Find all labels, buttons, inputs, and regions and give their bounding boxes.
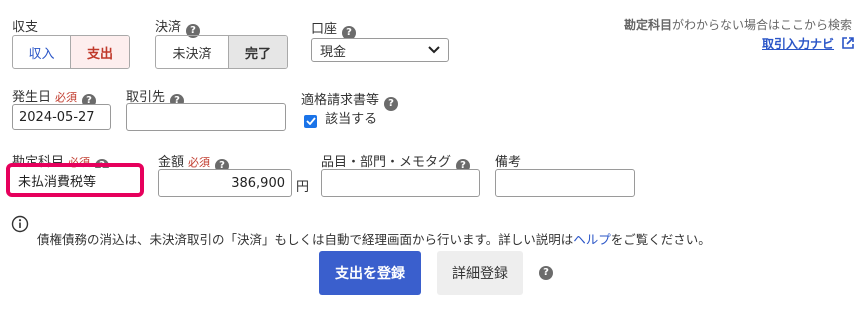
help-link[interactable]: ヘルプ xyxy=(573,232,611,247)
info-icon xyxy=(11,215,29,233)
navi-link-row: 取引入力ナビ xyxy=(762,35,855,52)
settlement-label: 決済 xyxy=(155,20,182,35)
account-item-hint: 勘定科目がわからない場合はここから検索 xyxy=(624,16,852,33)
invoice-label: 適格請求書等 xyxy=(301,93,380,108)
account-select[interactable]: 現金 xyxy=(311,38,449,62)
amount-label: 金額 xyxy=(158,155,185,170)
amount-input[interactable]: 386,900 xyxy=(158,169,292,197)
amount-unit: 円 xyxy=(296,180,310,195)
date-input[interactable]: 2024-05-27 xyxy=(12,104,111,130)
invoice-checkbox[interactable] xyxy=(304,114,317,128)
account-label: 口座 xyxy=(311,22,338,37)
item-tags-input[interactable] xyxy=(321,169,480,197)
submit-expense-button[interactable]: 支出を登録 xyxy=(319,251,421,295)
invoice-checkbox-label: 該当する xyxy=(325,112,378,127)
transaction-navi-link[interactable]: 取引入力ナビ xyxy=(762,37,834,51)
external-link-icon[interactable] xyxy=(841,36,855,50)
help-icon[interactable]: ? xyxy=(384,97,399,111)
required-badge: 必須 xyxy=(188,156,211,169)
memo-label: 備考 xyxy=(495,155,522,170)
income-option[interactable]: 収入 xyxy=(13,36,70,68)
check-icon xyxy=(305,117,316,125)
help-icon[interactable]: ? xyxy=(539,266,553,280)
settlement-toggle: 未決済 完了 xyxy=(155,35,288,69)
detail-register-button[interactable]: 詳細登録 xyxy=(437,251,523,295)
income-expense-label: 収支 xyxy=(12,20,39,35)
account-item-input[interactable]: 未払消費税等 xyxy=(12,168,138,192)
settled-option[interactable]: 完了 xyxy=(228,36,287,68)
account-label-row: 口座? xyxy=(311,18,357,40)
account-value: 現金 xyxy=(320,44,347,60)
date-label: 発生日 xyxy=(12,90,52,105)
hint-text: がわからない場合はここから検索 xyxy=(672,18,853,32)
memo-input[interactable] xyxy=(495,169,635,197)
hint-bold: 勘定科目 xyxy=(624,18,673,32)
income-expense-toggle: 収入 支出 xyxy=(12,35,130,69)
partner-input[interactable] xyxy=(126,103,286,131)
expense-option[interactable]: 支出 xyxy=(70,36,129,68)
item-tags-label: 品目・部門・メモタグ xyxy=(321,155,452,170)
info-text-before: 債権債務の消込は、未決済取引の「決済」もしくは自動で経理画面から行います。詳しい… xyxy=(37,232,574,247)
invoice-checkbox-row: 該当する xyxy=(304,108,377,128)
required-badge: 必須 xyxy=(55,91,78,104)
info-text: 債権債務の消込は、未決済取引の「決済」もしくは自動で経理画面から行います。詳しい… xyxy=(37,229,711,248)
chevron-down-icon xyxy=(428,46,440,54)
info-text-after: をご覧ください。 xyxy=(610,232,711,247)
unsettled-option[interactable]: 未決済 xyxy=(156,36,228,68)
